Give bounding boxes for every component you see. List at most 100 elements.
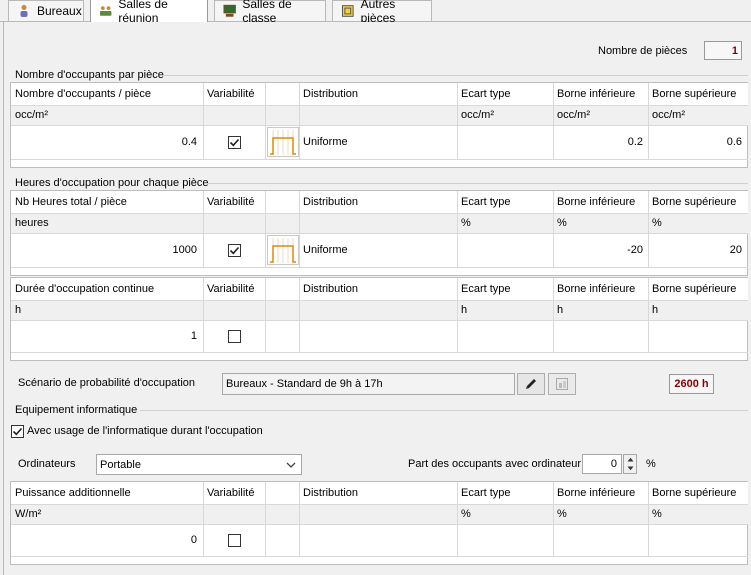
computer-share-input[interactable]: 0 (582, 454, 622, 474)
grid-line (11, 556, 748, 557)
upper-bound-value[interactable]: 20 (648, 233, 748, 267)
header-cell: Nombre d'occupants / pièce (11, 83, 203, 105)
computers-label: Ordinateurs (18, 458, 76, 470)
header-cell: Variabilité (203, 278, 265, 300)
variability-checkbox[interactable] (227, 533, 241, 547)
grid-line (11, 352, 748, 353)
distribution-image-cell (266, 233, 300, 267)
grid-line (265, 191, 266, 267)
uniform-distribution-graph (270, 130, 296, 155)
unit-cell: occ/m² (461, 109, 494, 121)
duration-value[interactable]: 1 (11, 320, 203, 352)
header-cell: Variabilité (203, 83, 265, 105)
chevron-down-icon (286, 462, 296, 468)
grid-line (11, 233, 748, 234)
computer-share-unit: % (646, 458, 656, 470)
unit-cell: occ/m² (652, 109, 685, 121)
rooms-count-value: 1 (704, 41, 742, 60)
grid-line (203, 83, 204, 159)
tab-salles-de-classe[interactable]: Salles de classe (214, 0, 326, 25)
rooms-icon (341, 5, 354, 17)
grid-line (299, 191, 300, 267)
grid-line (457, 191, 458, 267)
header-cell: Borne inférieure (553, 83, 649, 105)
rooms-count-label: Nombre de pièces (598, 45, 688, 57)
unit-cell: % (652, 508, 662, 520)
computer-share-label: Part des occupants avec ordinateur (408, 458, 582, 470)
distribution-value[interactable]: Uniforme (299, 125, 457, 159)
grid-line (648, 482, 649, 556)
unit-cell: % (461, 217, 471, 229)
edit-scenario-button[interactable] (517, 373, 545, 395)
unit-cell: % (557, 217, 567, 229)
header-cell: Borne supérieure (648, 191, 748, 213)
upper-bound-value[interactable]: 0.6 (648, 125, 748, 159)
stepper-up-icon[interactable] (627, 457, 634, 462)
occupants-section-title: Nombre d'occupants par pièce (15, 69, 164, 81)
unit-cell: heures (15, 217, 49, 229)
grid-line (457, 482, 458, 556)
unit-cell: h (461, 304, 468, 316)
grid-line (457, 83, 458, 159)
distribution-value[interactable]: Uniforme (299, 233, 457, 267)
header-cell: Durée d'occupation continue (11, 278, 203, 300)
lower-bound-value[interactable]: 0.2 (553, 125, 649, 159)
uniform-distribution-icon[interactable] (267, 235, 299, 265)
grid-line (648, 83, 649, 159)
variability-cell (203, 233, 265, 267)
grid-line (299, 278, 300, 352)
scenario-field[interactable]: Bureaux - Standard de 9h à 17h (222, 373, 515, 395)
grid-line (648, 191, 649, 267)
grid-line (553, 191, 554, 267)
occupants-value[interactable]: 0.4 (11, 125, 203, 159)
grid-chart-icon (556, 378, 568, 390)
it-usage-checkbox[interactable] (11, 425, 24, 438)
grid-line (11, 213, 748, 214)
grid-line (648, 278, 649, 352)
unit-cell: occ/m² (15, 109, 48, 121)
grid-line (265, 83, 266, 159)
computer-share-stepper[interactable] (623, 454, 637, 474)
variability-cell (203, 125, 265, 159)
header-cell: Borne supérieure (648, 83, 748, 105)
unit-cell: % (557, 508, 567, 520)
hours-section-title: Heures d'occupation pour chaque pièce (15, 177, 209, 189)
tab-label: Bureaux (37, 4, 82, 18)
power-grid: Puissance additionnelle Variabilité Dist… (10, 481, 748, 565)
unit-cell: % (652, 217, 662, 229)
duration-grid: Durée d'occupation continue Variabilité … (10, 277, 748, 361)
variability-checkbox[interactable] (227, 329, 241, 343)
grid-line (265, 278, 266, 352)
variability-checkbox[interactable] (227, 243, 241, 257)
power-value[interactable]: 0 (11, 524, 203, 556)
pencil-icon (526, 379, 536, 389)
grid-line (11, 105, 748, 106)
hours-value[interactable]: 1000 (11, 233, 203, 267)
header-cell: Distribution (299, 482, 457, 504)
unit-cell: occ/m² (557, 109, 590, 121)
it-usage-label: Avec usage de l'informatique durant l'oc… (27, 425, 263, 437)
tab-bureaux[interactable]: Bureaux (8, 0, 84, 21)
header-cell: Distribution (299, 278, 457, 300)
occupants-grid: Nombre d'occupants / pièce Variabilité D… (10, 82, 748, 168)
stepper-down-icon[interactable] (627, 466, 634, 471)
uniform-distribution-icon[interactable] (267, 127, 299, 157)
computers-select[interactable]: Portable (96, 454, 302, 475)
computers-selected-value: Portable (100, 458, 141, 471)
variability-checkbox[interactable] (227, 135, 241, 149)
tab-autres-pieces[interactable]: Autres pièces (332, 0, 432, 25)
grid-line (553, 482, 554, 556)
grid-line (299, 482, 300, 556)
scenario-detail-button[interactable] (548, 373, 576, 395)
header-cell: Borne supérieure (648, 482, 748, 504)
tab-bar: Bureaux Salles de réunion Salles de clas… (0, 0, 751, 25)
grid-line (11, 300, 748, 301)
grid-line (203, 278, 204, 352)
lower-bound-value[interactable]: -20 (553, 233, 649, 267)
section-divider (140, 410, 748, 411)
it-section-title: Equipement informatique (15, 404, 138, 416)
checkmark-icon (229, 138, 239, 146)
grid-line (11, 159, 748, 160)
tab-salles-de-reunion[interactable]: Salles de réunion (90, 0, 208, 25)
unit-cell: h (652, 304, 659, 316)
